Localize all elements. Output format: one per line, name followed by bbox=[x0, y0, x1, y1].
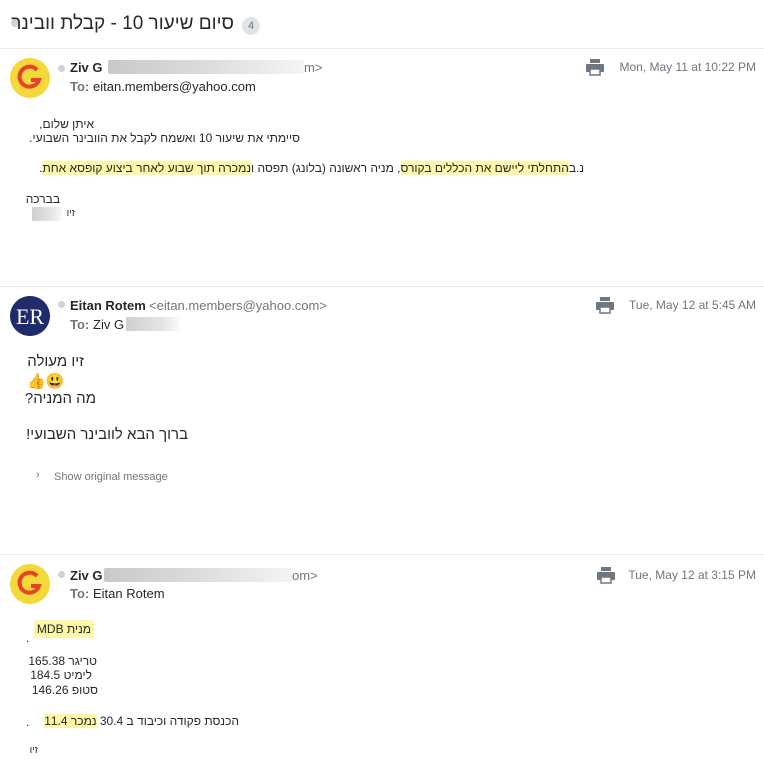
sender-name[interactable]: Eitan Rotem bbox=[70, 298, 146, 313]
highlighted-text: נמכר 11.4 bbox=[44, 714, 97, 728]
highlighted-text: מנית MDB bbox=[33, 620, 94, 638]
to-label: To: bbox=[70, 79, 90, 94]
ps-mid: , מניה ראשונה (בלונג) תפסה ו bbox=[251, 161, 401, 175]
to-label: To: bbox=[70, 586, 90, 601]
sold-dot: . bbox=[26, 715, 30, 729]
avatar-er-logo: ER bbox=[10, 296, 50, 336]
thread-header: סיום שיעור 10 - קבלת וובינר 4 bbox=[0, 0, 764, 49]
closing-text: בברכה bbox=[25, 192, 60, 206]
sender-email[interactable]: om> bbox=[292, 568, 318, 583]
reply-line-1: זיו מעולה bbox=[27, 353, 84, 370]
stock-dot: . bbox=[26, 631, 30, 645]
print-icon[interactable] bbox=[585, 58, 605, 76]
redacted-email bbox=[108, 60, 304, 74]
to-recipient[interactable]: Eitan Rotem bbox=[93, 586, 165, 601]
avatar-g-logo bbox=[10, 564, 50, 604]
ps-prefix: נ.ב bbox=[568, 161, 584, 175]
avatar-letters: ER bbox=[16, 304, 44, 329]
sender-name[interactable]: Ziv G bbox=[70, 568, 103, 583]
thread-subject: סיום שיעור 10 - קבלת וובינר bbox=[11, 13, 234, 34]
highlighted-text: התחלתי ליישם את הכללים בקורס bbox=[400, 161, 569, 175]
redacted-signature bbox=[32, 207, 62, 221]
redacted-email bbox=[104, 568, 292, 582]
reply-line-3: ברוך הבא לוובינר השבועי! bbox=[26, 426, 188, 443]
avatar[interactable] bbox=[10, 564, 50, 604]
sender-email[interactable]: <eitan.members@yahoo.com> bbox=[149, 298, 327, 313]
entry-text: הכנסת פקודה וכיבוד ב 30.4 bbox=[99, 714, 239, 728]
unread-dot-icon bbox=[58, 65, 65, 72]
highlighted-text: נמכרה תוך שבוע לאחר ביצוע קופסא אחת bbox=[42, 161, 251, 175]
to-recipient[interactable]: eitan.members@yahoo.com bbox=[93, 79, 256, 94]
unread-dot-icon bbox=[58, 301, 65, 308]
signature: זיו bbox=[29, 745, 38, 756]
sender-email[interactable]: m> bbox=[304, 60, 322, 75]
stock-line: מנית MDB bbox=[33, 620, 94, 638]
redacted-email bbox=[126, 317, 180, 331]
greeting-text: איתן שלום, bbox=[39, 117, 94, 131]
unread-dot-icon bbox=[58, 571, 65, 578]
message-date: Tue, May 12 at 5:45 AM bbox=[629, 298, 756, 312]
ps-line: נ.בהתחלתי ליישם את הכללים בקורס, מניה רא… bbox=[39, 161, 584, 175]
message-card-3[interactable]: Ziv G om> To: Eitan Rotem Tue, May 12 at… bbox=[0, 555, 764, 768]
trigger-line: טריגר 165.38 bbox=[28, 654, 97, 668]
reply-line-2: מה המניה? bbox=[24, 390, 96, 407]
avatar[interactable]: ER bbox=[10, 296, 50, 336]
message-card-1[interactable]: Ziv G m> To: eitan.members@yahoo.com Mon… bbox=[0, 49, 764, 286]
chevron-right-icon[interactable]: › bbox=[36, 469, 40, 481]
entry-line: הכנסת פקודה וכיבוד ב 30.4 נמכר 11.4 bbox=[44, 714, 239, 728]
limit-line: לימיט 184.5 bbox=[30, 668, 92, 682]
message-date: Mon, May 11 at 10:22 PM bbox=[619, 60, 756, 74]
print-icon[interactable] bbox=[595, 296, 615, 314]
emoji-reaction: 👍😃 bbox=[27, 373, 65, 390]
signature: זיו bbox=[66, 208, 75, 219]
show-original-link[interactable]: Show original message bbox=[54, 471, 168, 483]
message-count-badge: 4 bbox=[242, 17, 260, 35]
avatar-g-logo bbox=[10, 58, 50, 98]
avatar[interactable] bbox=[10, 58, 50, 98]
to-recipient[interactable]: Ziv G bbox=[93, 317, 124, 332]
to-label: To: bbox=[70, 317, 90, 332]
body-text: סיימתי את שיעור 10 ואשמח לקבל את הוובינר… bbox=[29, 131, 300, 145]
message-card-2[interactable]: ER Eitan Rotem <eitan.members@yahoo.com>… bbox=[0, 287, 764, 554]
message-date: Tue, May 12 at 3:15 PM bbox=[628, 568, 756, 582]
sender-name[interactable]: Ziv G bbox=[70, 60, 103, 75]
print-icon[interactable] bbox=[596, 566, 616, 584]
stop-line: סטופ 146.26 bbox=[31, 683, 98, 697]
